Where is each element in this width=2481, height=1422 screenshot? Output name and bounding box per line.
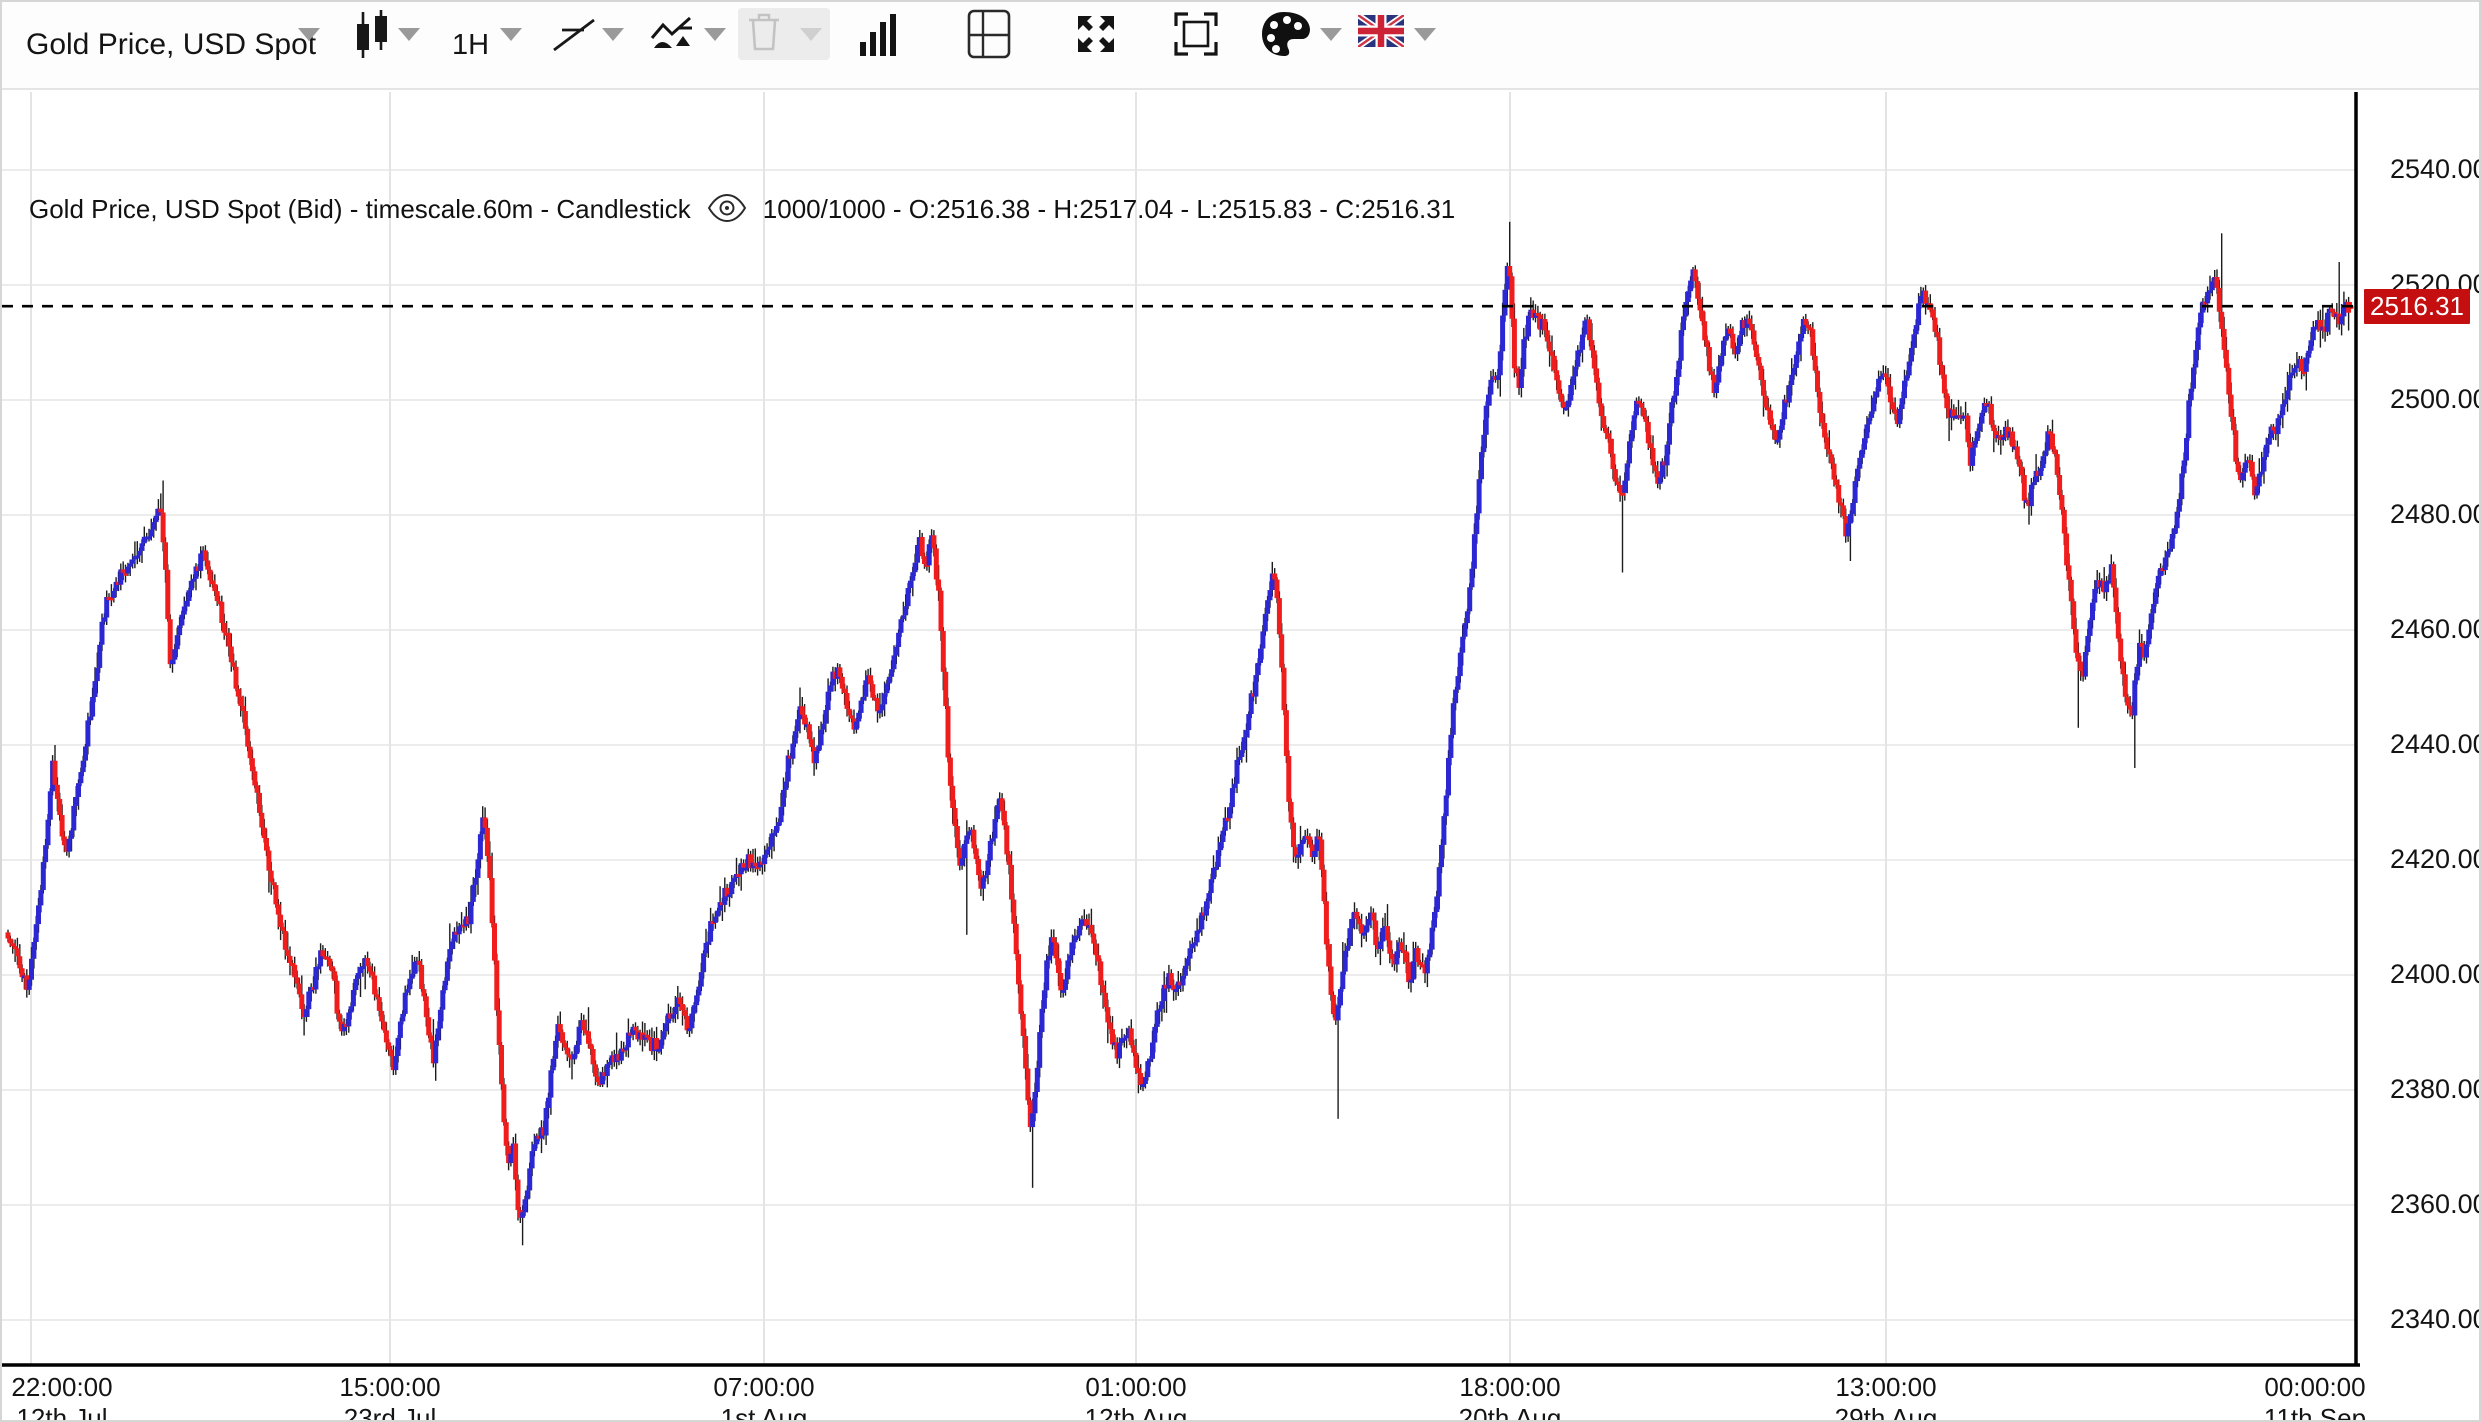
- indicator-caret-icon[interactable]: [704, 28, 726, 41]
- price-tick-label: 2340.00: [2390, 1304, 2481, 1335]
- palette-caret-icon[interactable]: [1320, 28, 1342, 41]
- time-tick-label: 07:00:001st Aug: [713, 1372, 814, 1422]
- frame-capture-icon[interactable]: [1172, 10, 1220, 63]
- price-tick-label: 2380.00: [2390, 1074, 2481, 1105]
- chart-canvas[interactable]: [2, 90, 2481, 1422]
- candlestick-style-icon[interactable]: [354, 10, 394, 65]
- time-tick-label: 15:00:0023rd Jul: [339, 1372, 440, 1422]
- uk-flag-icon[interactable]: [1358, 15, 1404, 52]
- time-tick-label: 00:00:0011th Sep: [2264, 1372, 2366, 1422]
- symbol-selector[interactable]: Gold Price, USD Spot: [26, 2, 316, 88]
- delete-drawing-button[interactable]: [738, 8, 830, 60]
- price-tick-label: 2540.00: [2390, 154, 2481, 185]
- time-tick-label: 22:00:0012th Jul: [11, 1372, 112, 1422]
- chart-legend: Gold Price, USD Spot (Bid) - timescale.6…: [29, 190, 1455, 229]
- volume-bars-icon[interactable]: [858, 12, 902, 63]
- timeframe-selector[interactable]: 1H: [452, 2, 489, 88]
- trend-line-caret-icon[interactable]: [602, 28, 624, 41]
- price-tick-label: 2460.00: [2390, 614, 2481, 645]
- price-tick-label: 2480.00: [2390, 499, 2481, 530]
- series-label: Gold Price, USD Spot (Bid) - timescale.6…: [29, 194, 691, 225]
- palette-icon[interactable]: [1260, 10, 1312, 63]
- trend-line-tool-icon[interactable]: [550, 12, 598, 61]
- expand-icon[interactable]: [1072, 10, 1120, 63]
- grid-layout-icon[interactable]: [966, 8, 1012, 65]
- time-tick-label: 01:00:0012th Aug: [1085, 1372, 1188, 1422]
- chart-application-window: Gold Price, USD Spot 1H: [0, 0, 2481, 1422]
- indicator-tool-icon[interactable]: [648, 12, 698, 63]
- symbol-label: Gold Price, USD Spot: [26, 28, 316, 62]
- visibility-eye-icon[interactable]: [707, 194, 747, 229]
- price-tick-label: 2400.00: [2390, 959, 2481, 990]
- last-price-badge: 2516.31: [2364, 289, 2470, 324]
- symbol-dropdown-caret-icon[interactable]: [298, 28, 320, 41]
- price-tick-label: 2360.00: [2390, 1189, 2481, 1220]
- delete-caret-icon: [800, 28, 822, 41]
- chart-area: Gold Price, USD Spot (Bid) - timescale.6…: [2, 90, 2481, 1422]
- timeframe-label: 1H: [452, 29, 489, 62]
- language-caret-icon[interactable]: [1414, 28, 1436, 41]
- ohlc-stats-label: 1000/1000 - O:2516.38 - H:2517.04 - L:25…: [763, 194, 1455, 225]
- timeframe-caret-icon[interactable]: [500, 28, 522, 41]
- price-tick-label: 2420.00: [2390, 844, 2481, 875]
- trash-icon: [746, 11, 782, 58]
- candlestick-style-caret-icon[interactable]: [398, 28, 420, 41]
- time-tick-label: 13:00:0029th Aug: [1835, 1372, 1938, 1422]
- time-tick-label: 18:00:0020th Aug: [1459, 1372, 1562, 1422]
- toolbar: Gold Price, USD Spot 1H: [2, 2, 2479, 90]
- price-tick-label: 2440.00: [2390, 729, 2481, 760]
- price-tick-label: 2500.00: [2390, 384, 2481, 415]
